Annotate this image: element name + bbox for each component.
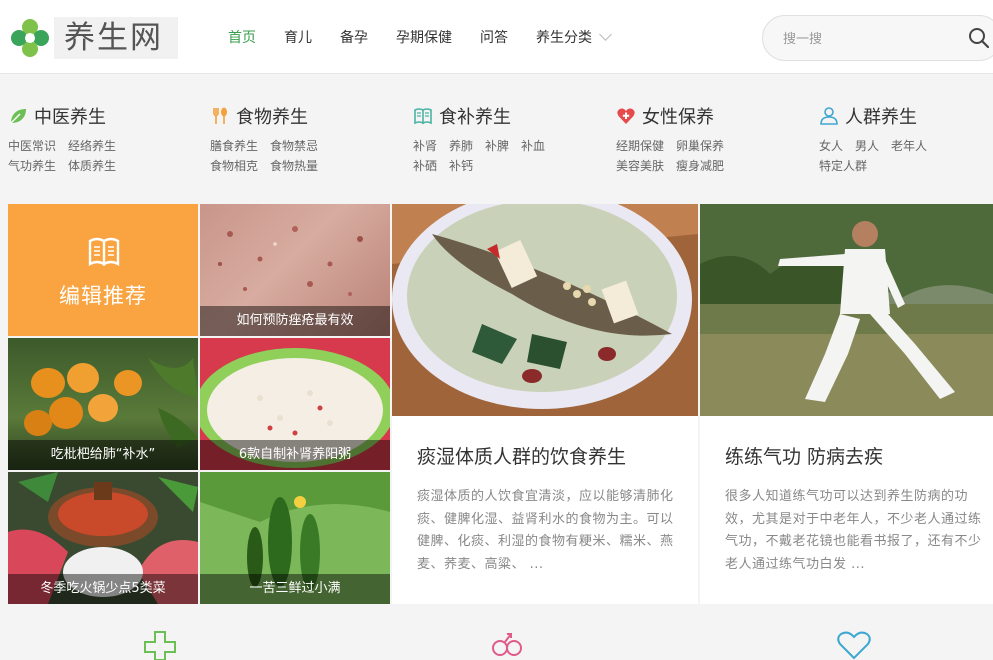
tile-hotpot[interactable]: 冬季吃火锅少点5类菜: [8, 472, 198, 604]
category-tcm: 中医养生 中医常识 经络养生 气功养生 体质养生: [8, 104, 178, 176]
site-header: 养生网 首页 育儿 备孕 孕期保健 问答 养生分类: [0, 0, 993, 74]
tile-caption: 如何预防痤疮最有效: [200, 306, 390, 336]
category-food: 食物养生 膳食养生 食物禁忌 食物相克 食物热量: [210, 104, 380, 176]
plus-icon: [144, 631, 176, 660]
category-links: 补肾 养肺 补脾 补血 补硒 补钙: [413, 136, 573, 176]
book-icon: [88, 237, 120, 266]
leaf-icon: [10, 109, 26, 124]
heart-icon: [837, 631, 871, 660]
tile-caption: 冬季吃火锅少点5类菜: [8, 574, 198, 604]
tile-loquat[interactable]: 吃枇杷给肺“补水”: [8, 338, 198, 470]
category-link[interactable]: 特定人群: [819, 156, 867, 176]
article-summary: 痰湿体质的人饮食宜清淡，应以能够清肺化痰、健脾化湿、益肾利水的食物为主。可以健脾…: [417, 489, 674, 572]
article-card[interactable]: 练练气功 防病去疾 很多人知道练气功可以达到养生防病的功效，尤其是对于中老年人，…: [700, 204, 993, 604]
article-summary: 很多人知道练气功可以达到养生防病的功效，尤其是对于中老年人，不少老人通过练气功，…: [725, 489, 982, 572]
main-nav: 首页 育儿 备孕 孕期保健 问答 养生分类: [214, 22, 624, 54]
article-title[interactable]: 痰湿体质人群的饮食养生: [417, 442, 626, 469]
category-title: 中医养生: [34, 107, 106, 128]
category-links: 经期保健 卵巢保养 美容美肤 瘦身减肥: [616, 136, 786, 176]
category-head[interactable]: 人群养生: [819, 104, 989, 128]
qigong-photo: [700, 204, 993, 416]
category-head[interactable]: 食物养生: [210, 104, 380, 128]
logo-text[interactable]: 养生网: [54, 17, 178, 59]
tile-bitter-melon[interactable]: 一苦三鲜过小满: [200, 472, 390, 604]
gender-icon: [492, 633, 522, 656]
tile-caption: 吃枇杷给肺“补水”: [8, 440, 198, 470]
nav-item-pregnancy-care[interactable]: 孕期保健: [382, 22, 466, 54]
fish-soup-photo: [392, 204, 698, 416]
category-link[interactable]: 中医常识: [8, 136, 56, 156]
category-link[interactable]: 老年人: [891, 136, 927, 156]
search-input[interactable]: [783, 28, 943, 50]
nav-item-pregnancy-prep[interactable]: 备孕: [326, 22, 382, 54]
category-link[interactable]: 补血: [521, 136, 545, 156]
tile-caption: 6款自制补肾养阳粥: [200, 440, 390, 470]
category-link[interactable]: 食物禁忌: [270, 136, 318, 156]
category-link[interactable]: 女人: [819, 136, 843, 156]
category-links: 女人 男人 老年人 特定人群: [819, 136, 989, 176]
editor-picks-label: 编辑推荐: [59, 284, 147, 308]
category-people: 人群养生 女人 男人 老年人 特定人群: [819, 104, 989, 176]
category-link[interactable]: 食物相克: [210, 156, 258, 176]
category-link[interactable]: 卵巢保养: [676, 136, 724, 156]
category-link[interactable]: 气功养生: [8, 156, 56, 176]
editor-picks-tile[interactable]: 编辑推荐: [8, 204, 198, 336]
category-link[interactable]: 瘦身减肥: [676, 156, 724, 176]
category-link[interactable]: 养肺: [449, 136, 473, 156]
category-link[interactable]: 经期保健: [616, 136, 664, 156]
nav-item-qa[interactable]: 问答: [466, 22, 522, 54]
article-title[interactable]: 练练气功 防病去疾: [725, 442, 883, 469]
heart-plus-icon: [617, 108, 635, 124]
category-title: 食物养生: [236, 107, 308, 128]
category-women: 女性保养 经期保健 卵巢保养 美容美肤 瘦身减肥: [616, 104, 786, 176]
nav-item-categories-label: 养生分类: [536, 30, 592, 46]
logo-icon[interactable]: [8, 16, 52, 60]
category-head[interactable]: 食补养生: [413, 104, 573, 128]
nav-item-home[interactable]: 首页: [214, 22, 270, 54]
category-links: 膳食养生 食物禁忌 食物相克 食物热量: [210, 136, 380, 176]
category-head[interactable]: 中医养生: [8, 104, 178, 128]
book-icon: [414, 108, 432, 125]
category-link[interactable]: 补钙: [449, 156, 473, 176]
tile-porridge[interactable]: 6款自制补肾养阳粥: [200, 338, 390, 470]
tile-caption: 一苦三鲜过小满: [200, 574, 390, 604]
category-link[interactable]: 体质养生: [68, 156, 116, 176]
category-link[interactable]: 补硒: [413, 156, 437, 176]
category-supplement: 食补养生 补肾 养肺 补脾 补血 补硒 补钙: [413, 104, 573, 176]
fork-spoon-icon: [213, 107, 227, 124]
category-link[interactable]: 经络养生: [68, 136, 116, 156]
category-link[interactable]: 补肾: [413, 136, 437, 156]
category-links: 中医常识 经络养生 气功养生 体质养生: [8, 136, 178, 176]
chevron-down-icon: [599, 28, 612, 41]
article-card[interactable]: 痰湿体质人群的饮食养生 痰湿体质的人饮食宜清淡，应以能够清肺化痰、健脾化湿、益肾…: [392, 204, 698, 604]
category-title: 人群养生: [845, 107, 917, 128]
category-section: 中医养生 中医常识 经络养生 气功养生 体质养生 食物养生 膳食养生 食物禁忌 …: [0, 75, 993, 195]
nav-item-parenting[interactable]: 育儿: [270, 22, 326, 54]
search-icon[interactable]: [968, 27, 990, 49]
tile-acne[interactable]: 如何预防痤疮最有效: [200, 204, 390, 336]
category-title: 食补养生: [439, 107, 511, 128]
category-title: 女性保养: [642, 107, 714, 128]
search-box: [762, 15, 993, 61]
category-link[interactable]: 食物热量: [270, 156, 318, 176]
bottom-section: [0, 604, 993, 660]
category-link[interactable]: 补脾: [485, 136, 509, 156]
category-head[interactable]: 女性保养: [616, 104, 786, 128]
category-link[interactable]: 膳食养生: [210, 136, 258, 156]
nav-item-categories[interactable]: 养生分类: [522, 22, 624, 54]
people-icon: [820, 107, 838, 125]
category-link[interactable]: 美容美肤: [616, 156, 664, 176]
category-link[interactable]: 男人: [855, 136, 879, 156]
